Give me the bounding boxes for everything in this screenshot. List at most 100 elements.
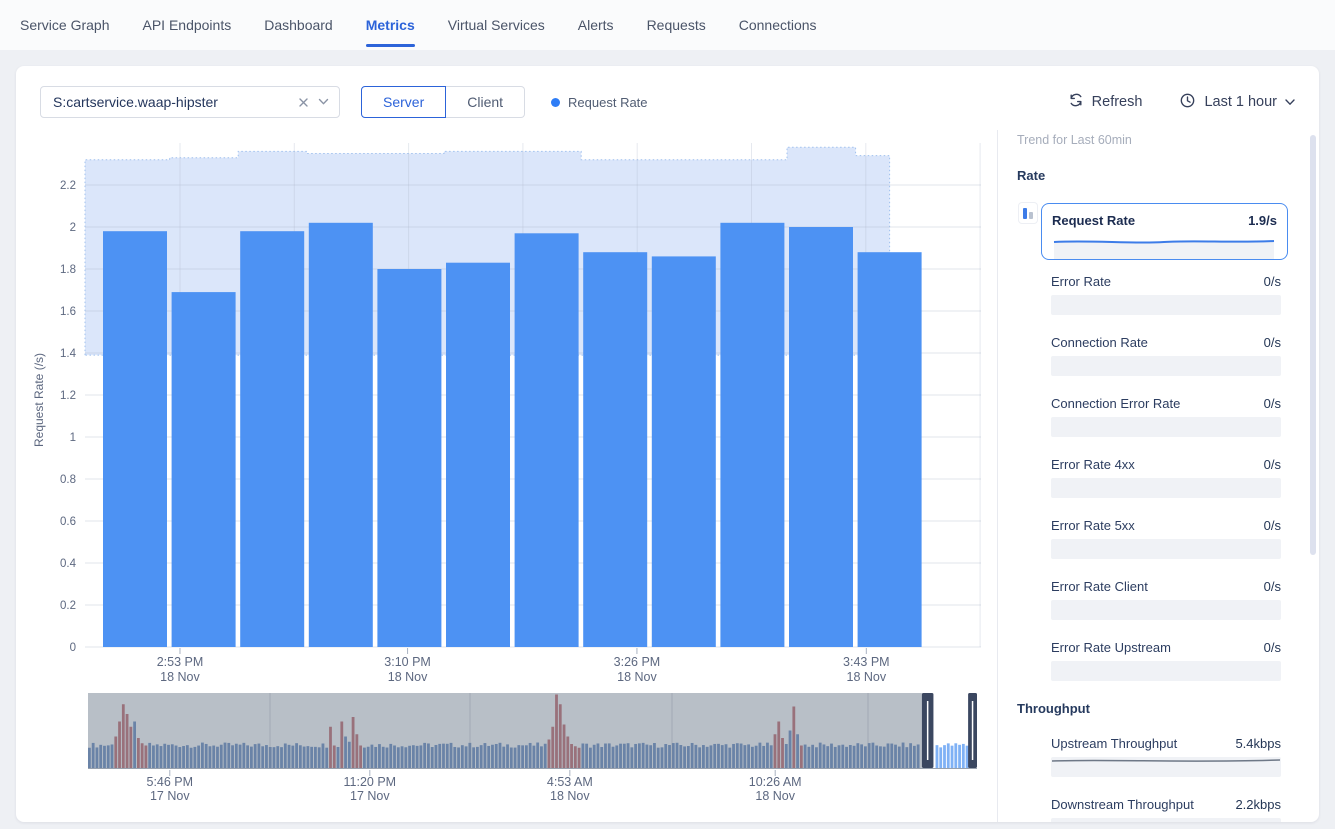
tab-virtual-services[interactable]: Virtual Services (448, 0, 545, 50)
sidebar-item-error-rate-4xx[interactable]: Error Rate 4xx 0/s (1051, 457, 1281, 498)
metric-value: 0/s (1264, 640, 1281, 656)
svg-text:2: 2 (70, 222, 76, 234)
metric-sparkline-area (1051, 417, 1281, 437)
svg-text:0.4: 0.4 (60, 558, 77, 570)
chevron-down-icon[interactable] (318, 98, 329, 106)
metric-sparkline-area (1051, 818, 1281, 822)
metric-label: Error Rate Client (1051, 579, 1148, 595)
history-brush-chart: 5:46 PM17 Nov11:20 PM17 Nov4:53 AM18 Nov… (76, 691, 996, 803)
request-rate-sparkline (1052, 235, 1276, 259)
svg-text:18 Nov: 18 Nov (550, 789, 590, 803)
tab-connections[interactable]: Connections (739, 0, 817, 50)
sidebar-item-upstream-throughput[interactable]: Upstream Throughput5.4kbps (1051, 736, 1281, 777)
metrics-panel: S:cartservice.waap-hipster ServerClient … (16, 66, 1319, 822)
close-icon[interactable] (298, 97, 309, 108)
request-rate-legend: Request Rate (551, 95, 648, 110)
svg-text:18 Nov: 18 Nov (388, 670, 428, 684)
tab-requests[interactable]: Requests (647, 0, 706, 50)
svg-text:1.8: 1.8 (60, 264, 76, 276)
metric-label: Connection Error Rate (1051, 396, 1180, 412)
time-range-selector[interactable]: Last 1 hour (1179, 92, 1295, 113)
svg-text:1: 1 (70, 432, 76, 444)
metric-label: Error Rate (1051, 274, 1111, 290)
metric-row: Error Rate 0/s (1051, 274, 1281, 290)
metric-row: Error Rate 4xx 0/s (1051, 457, 1281, 473)
toggle-server[interactable]: Server (361, 86, 446, 118)
metric-value: 2.2kbps (1235, 797, 1281, 813)
metric-sparkline-area (1051, 356, 1281, 376)
toolbar-right: Refresh Last 1 hour (1068, 92, 1295, 113)
metric-value: 0/s (1264, 457, 1281, 473)
legend-label: Request Rate (568, 95, 648, 110)
svg-text:0: 0 (70, 642, 76, 654)
sidebar-item-error-rate-5xx[interactable]: Error Rate 5xx 0/s (1051, 518, 1281, 559)
tab-dashboard[interactable]: Dashboard (264, 0, 333, 50)
svg-text:2.2: 2.2 (60, 180, 76, 192)
time-range-label: Last 1 hour (1204, 94, 1277, 110)
metric-row: Upstream Throughput5.4kbps (1051, 736, 1281, 752)
sidebar-item-error-rate-upstream[interactable]: Error Rate Upstream 0/s (1051, 640, 1281, 681)
metric-label: Error Rate 4xx (1051, 457, 1135, 473)
svg-text:5:46 PM: 5:46 PM (147, 775, 194, 789)
svg-text:0.2: 0.2 (60, 600, 76, 612)
svg-text:3:43 PM: 3:43 PM (843, 655, 890, 669)
svg-text:0.8: 0.8 (60, 474, 76, 486)
scrollbar-thumb[interactable] (1310, 135, 1316, 555)
metric-value: 0/s (1264, 274, 1281, 290)
refresh-button[interactable]: Refresh (1068, 92, 1143, 112)
tab-metrics[interactable]: Metrics (366, 0, 415, 50)
tab-api-endpoints[interactable]: API Endpoints (142, 0, 231, 50)
refresh-label: Refresh (1092, 94, 1143, 110)
service-selector-value: S:cartservice.waap-hipster (53, 94, 289, 110)
metric-value: 0/s (1264, 335, 1281, 351)
trend-sidebar: Trend for Last 60min RateRequest Rate1.9… (1001, 130, 1297, 822)
sidebar-item-connection-rate[interactable]: Connection Rate 0/s (1051, 335, 1281, 376)
tab-alerts[interactable]: Alerts (578, 0, 614, 50)
metric-label: Upstream Throughput (1051, 736, 1177, 752)
metric-value: 1.9/s (1248, 213, 1277, 229)
sidebar-section-throughput: Throughput Upstream Throughput5.4kbps Down… (1017, 701, 1297, 822)
tab-service-graph[interactable]: Service Graph (20, 0, 109, 50)
metric-value: 0/s (1264, 396, 1281, 412)
tab-bar: Service Graph API Endpoints Dashboard Metri… (0, 0, 1335, 50)
service-selector[interactable]: S:cartservice.waap-hipster (40, 86, 340, 118)
svg-text:18 Nov: 18 Nov (847, 670, 887, 684)
metric-card-selected[interactable]: Request Rate 1.9/s (1041, 203, 1288, 260)
chevron-down-icon (1285, 94, 1295, 110)
metric-sparkline-area (1051, 600, 1281, 620)
sidebar-section-rate: RateRequest Rate1.9/sError Rate0/sConnec… (1017, 168, 1297, 681)
metric-sparkline-area (1051, 757, 1281, 777)
metric-sparkline-area (1051, 478, 1281, 498)
metric-value: 0/s (1264, 518, 1281, 534)
metric-row: Connection Rate 0/s (1051, 335, 1281, 351)
sidebar-item-error-rate-client[interactable]: Error Rate Client0/s (1051, 579, 1281, 620)
metric-label: Downstream Throughput (1051, 797, 1194, 813)
sidebar-item-connection-error-rate[interactable]: Connection Error Rate 0/s (1051, 396, 1281, 437)
metric-sparkline-area (1051, 539, 1281, 559)
metric-row: Error Rate 5xx 0/s (1051, 518, 1281, 534)
toggle-client[interactable]: Client (446, 86, 525, 118)
metric-row: Error Rate Upstream 0/s (1051, 640, 1281, 656)
svg-text:18 Nov: 18 Nov (755, 789, 795, 803)
metric-row: Downstream Throughput 2.2kbps (1051, 797, 1281, 813)
metric-sparkline-area (1051, 295, 1281, 315)
metric-row: Connection Error Rate 0/s (1051, 396, 1281, 412)
brush-overlay[interactable] (88, 693, 922, 768)
svg-text:18 Nov: 18 Nov (160, 670, 200, 684)
trend-title: Trend for Last 60min (1017, 132, 1297, 148)
svg-text:3:26 PM: 3:26 PM (614, 655, 661, 669)
sidebar-divider (997, 130, 998, 822)
sidebar-item-error-rate[interactable]: Error Rate 0/s (1051, 274, 1281, 315)
metric-label: Error Rate Upstream (1051, 640, 1171, 656)
svg-text:18 Nov: 18 Nov (617, 670, 657, 684)
metric-row: Error Rate Client0/s (1051, 579, 1281, 595)
sidebar-section-title: Throughput (1017, 701, 1297, 717)
svg-text:10:26 AM: 10:26 AM (749, 775, 802, 789)
metric-label: Connection Rate (1051, 335, 1148, 351)
svg-text:1.2: 1.2 (60, 390, 76, 402)
metric-label: Request Rate (1052, 213, 1135, 229)
svg-text:17 Nov: 17 Nov (350, 789, 390, 803)
metric-label: Error Rate 5xx (1051, 518, 1135, 534)
throughput-sparkline (1051, 757, 1281, 777)
sidebar-item-downstream-throughput[interactable]: Downstream Throughput 2.2kbps (1051, 797, 1281, 822)
